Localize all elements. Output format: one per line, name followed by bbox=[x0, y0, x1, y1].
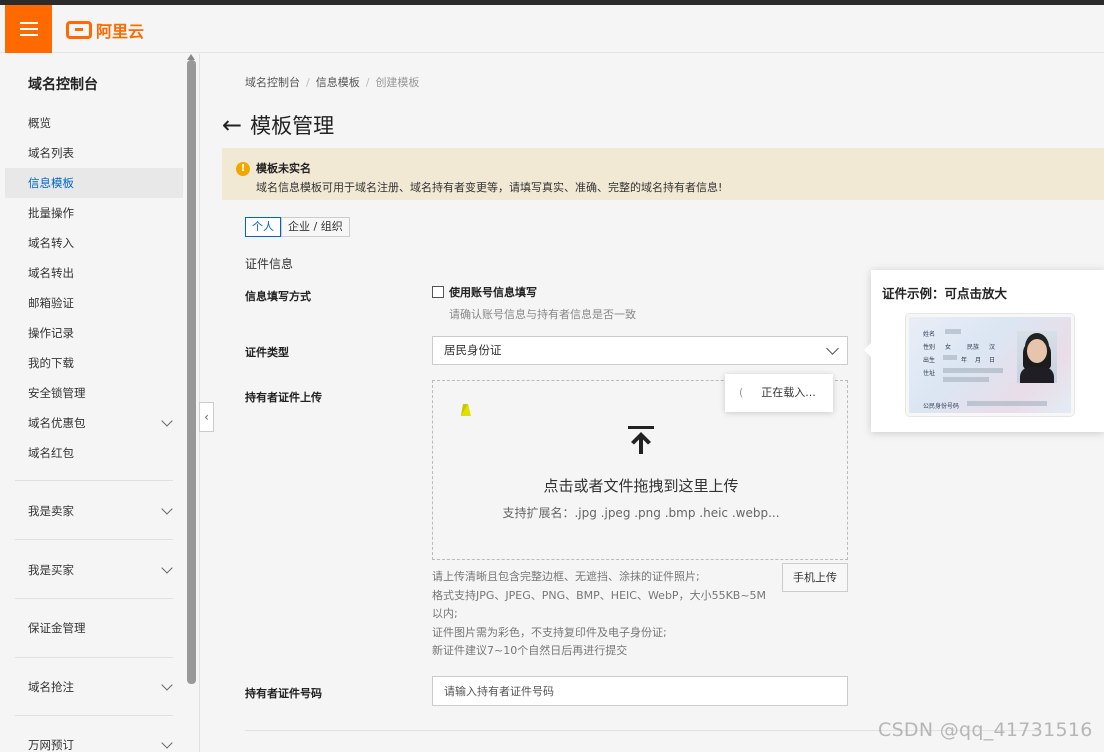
sidebar-divider bbox=[15, 480, 173, 481]
tab-individual[interactable]: 个人 bbox=[245, 217, 281, 237]
breadcrumb: 域名控制台 / 信息模板 / 创建模板 bbox=[245, 76, 420, 89]
upload-main-text: 点击或者文件拖拽到这里上传 bbox=[543, 477, 739, 495]
checkbox-label: 使用账号信息填写 bbox=[449, 286, 537, 299]
chevron-down-icon bbox=[161, 679, 173, 691]
aliyun-logo-icon bbox=[66, 21, 92, 39]
cert-upload-label: 持有者证件上传 bbox=[245, 391, 322, 404]
sidebar-item-batch-operation[interactable]: 批量操作 bbox=[5, 198, 183, 228]
chevron-down-icon bbox=[161, 503, 173, 515]
sidebar-item-transfer-out[interactable]: 域名转出 bbox=[5, 258, 183, 288]
requirement-line: 证件图片需为彩色，不支持复印件及电子身份证; bbox=[432, 625, 667, 639]
sidebar-item-info-template[interactable]: 信息模板 bbox=[5, 168, 183, 198]
sidebar: 域名控制台 概览 域名列表 信息模板 批量操作 域名转入 域名转出 邮箱验证 操… bbox=[5, 54, 200, 752]
notice-title: 模板未实名 bbox=[256, 162, 311, 175]
card-field-year: 年 bbox=[961, 357, 968, 364]
sidebar-divider bbox=[15, 598, 173, 599]
card-field-sex: 性别 bbox=[923, 344, 936, 351]
breadcrumb-item[interactable]: 域名控制台 bbox=[245, 76, 300, 89]
notice-text: 域名信息模板可用于域名注册、域名持有者变更等，请填写真实、准确、完整的域名持有者… bbox=[256, 181, 723, 194]
sidebar-group-seller[interactable]: 我是卖家 bbox=[5, 496, 183, 526]
spinner-icon: ( bbox=[739, 386, 744, 399]
sidebar-scrollbar[interactable] bbox=[187, 60, 196, 684]
cert-type-label: 证件类型 bbox=[245, 346, 289, 359]
card-field-day: 日 bbox=[989, 357, 996, 364]
sidebar-item-operation-log[interactable]: 操作记录 bbox=[5, 318, 183, 348]
page-title: ← 模板管理 bbox=[222, 110, 334, 140]
portrait-photo bbox=[1017, 331, 1057, 383]
sidebar-item-email-verify[interactable]: 邮箱验证 bbox=[5, 288, 183, 318]
card-field-address: 住址 bbox=[923, 370, 936, 377]
sidebar-divider bbox=[15, 657, 173, 658]
card-field-id-number: 公民身份号码 bbox=[923, 403, 960, 410]
cert-type-value: 居民身份证 bbox=[444, 343, 502, 357]
sidebar-item-transfer-in[interactable]: 域名转入 bbox=[5, 228, 183, 258]
card-field-month: 月 bbox=[975, 357, 982, 364]
use-account-info-checkbox[interactable] bbox=[432, 286, 444, 298]
id-card-example-image[interactable]: 姓名 性别 女 民族 汉 出生 年 月 日 住址 公民身份号码 bbox=[906, 314, 1074, 416]
breadcrumb-item-current: 创建模板 bbox=[375, 76, 420, 89]
tab-enterprise[interactable]: 企业 / 组织 bbox=[281, 217, 350, 237]
logo-text: 阿里云 bbox=[96, 22, 145, 41]
card-field-ethnicity: 民族 bbox=[967, 344, 980, 351]
popover-title: 证件示例：可点击放大 bbox=[882, 286, 1008, 301]
sidebar-group-wanwang-preorder[interactable]: 万网预订 bbox=[5, 730, 183, 752]
requirement-line: 格式支持JPG、JPEG、PNG、BMP、HEIC、WebP，大小55KB~5M… bbox=[432, 588, 767, 621]
arrow-left-icon[interactable]: ← bbox=[222, 113, 242, 137]
cert-number-label: 持有者证件号码 bbox=[245, 687, 322, 700]
holder-type-tabs: 个人 企业 / 组织 bbox=[245, 217, 350, 237]
sidebar-divider bbox=[15, 715, 173, 716]
sidebar-item-security-lock[interactable]: 安全锁管理 bbox=[5, 378, 183, 408]
card-value-ethnicity: 汉 bbox=[989, 344, 996, 351]
sidebar-item-discount-pack[interactable]: 域名优惠包 bbox=[5, 408, 183, 438]
sidebar-item-overview[interactable]: 概览 bbox=[5, 108, 183, 138]
notice-banner: ! 模板未实名 域名信息模板可用于域名注册、域名持有者变更等，请填写真实、准确、… bbox=[222, 148, 1104, 200]
card-value-sex: 女 bbox=[945, 344, 952, 351]
aliyun-logo[interactable]: 阿里云 bbox=[66, 18, 144, 42]
sidebar-item-my-downloads[interactable]: 我的下载 bbox=[5, 348, 183, 378]
cert-type-select[interactable]: 居民身份证 bbox=[432, 336, 848, 365]
page-title-text: 模板管理 bbox=[250, 114, 335, 138]
section-title: 证件信息 bbox=[245, 257, 294, 271]
warning-icon: ! bbox=[236, 162, 250, 176]
fill-method-label: 信息填写方式 bbox=[245, 290, 311, 303]
cert-number-input[interactable] bbox=[432, 676, 848, 706]
card-field-birth: 出生 bbox=[923, 357, 936, 364]
chevron-down-icon bbox=[826, 342, 839, 355]
upload-extensions-text: 支持扩展名：.jpg .jpeg .png .bmp .heic .webp..… bbox=[502, 506, 780, 520]
requirement-line: 新证件建议7~10个自然日后再进行提交 bbox=[432, 644, 628, 657]
menu-button[interactable] bbox=[5, 5, 52, 53]
fill-method-hint: 请确认账号信息与持有者信息是否一致 bbox=[449, 308, 636, 321]
upload-requirements: 请上传清晰且包含完整边框、无遮挡、涂抹的证件照片; 格式支持JPG、JPEG、P… bbox=[432, 568, 777, 661]
hamburger-icon bbox=[19, 22, 38, 36]
chevron-down-icon bbox=[161, 737, 173, 749]
top-navbar: 阿里云 bbox=[0, 5, 1104, 53]
loading-text: 正在载入... bbox=[761, 386, 816, 399]
chevron-down-icon bbox=[161, 562, 173, 574]
sidebar-divider bbox=[15, 539, 173, 540]
sidebar-item-red-packet[interactable]: 域名红包 bbox=[5, 438, 183, 468]
sidebar-item-domain-list[interactable]: 域名列表 bbox=[5, 138, 183, 168]
cert-example-popover: 证件示例：可点击放大 姓名 性别 女 民族 汉 出生 年 月 日 住址 公民身份… bbox=[863, 270, 1104, 432]
use-account-info-checkbox-row[interactable]: 使用账号信息填写 bbox=[432, 284, 537, 300]
card-field-name: 姓名 bbox=[923, 331, 936, 338]
upload-icon bbox=[628, 426, 654, 454]
breadcrumb-item[interactable]: 信息模板 bbox=[316, 76, 360, 89]
sidebar-group-buyer[interactable]: 我是买家 bbox=[5, 555, 183, 585]
mobile-upload-button[interactable]: 手机上传 bbox=[782, 563, 848, 592]
loading-toast: ( 正在载入... bbox=[725, 374, 833, 412]
mouse-cursor-icon bbox=[460, 404, 474, 416]
chevron-down-icon bbox=[161, 415, 173, 427]
sidebar-group-backorder[interactable]: 域名抢注 bbox=[5, 672, 183, 702]
csdn-watermark: CSDN @qq_41731516 bbox=[878, 719, 1093, 741]
requirement-line: 请上传清晰且包含完整边框、无遮挡、涂抹的证件照片; bbox=[432, 570, 700, 583]
sidebar-group-deposit[interactable]: 保证金管理 bbox=[5, 613, 183, 643]
sidebar-title: 域名控制台 bbox=[28, 77, 98, 93]
